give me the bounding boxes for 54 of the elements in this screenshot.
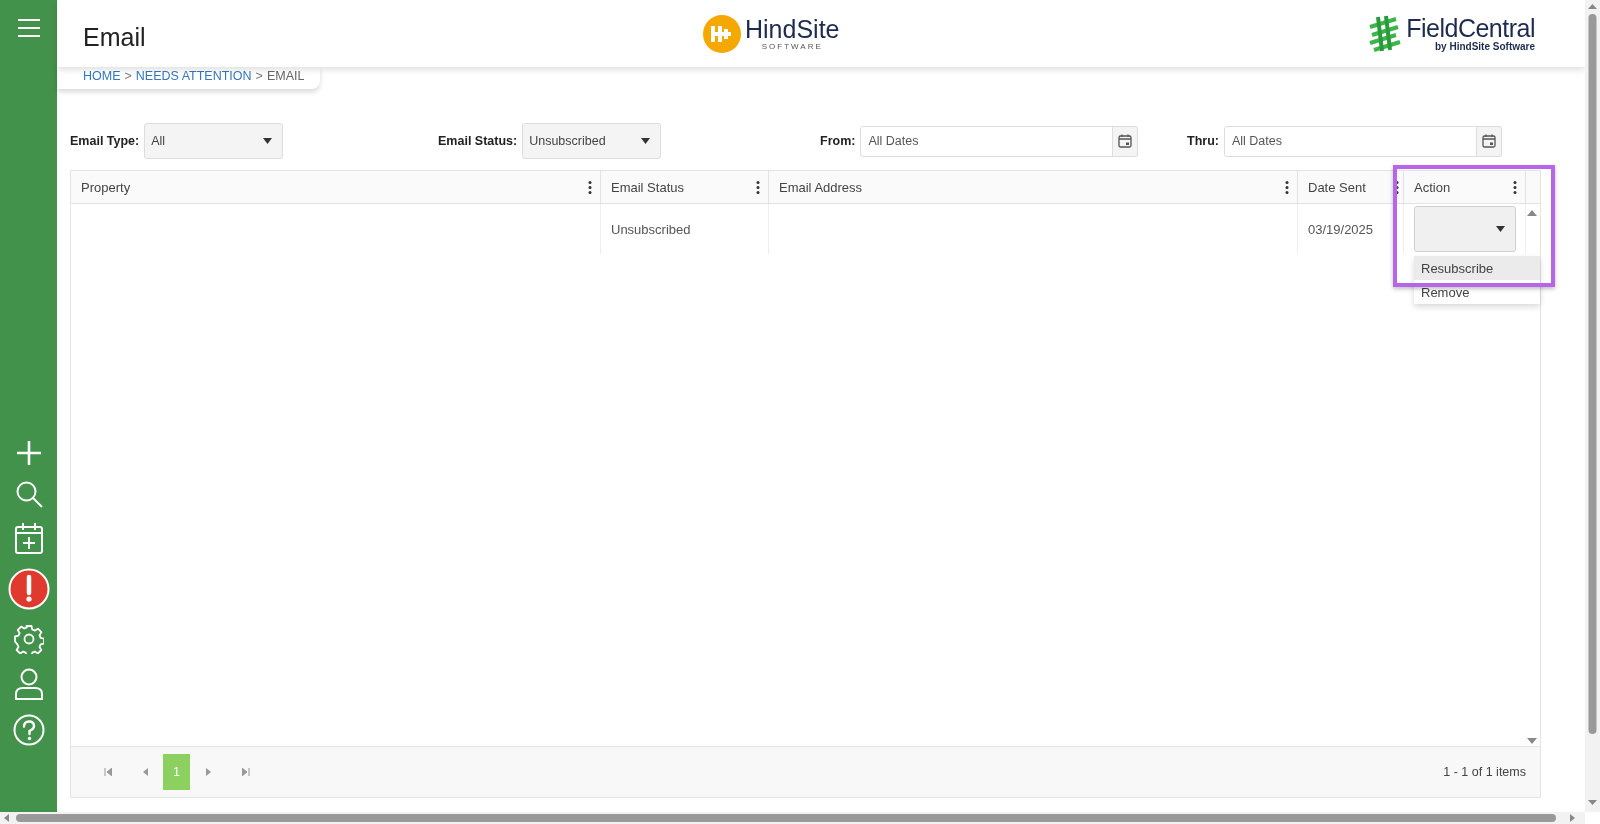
caret-icon [641, 138, 651, 144]
filter-label: Email Status: [438, 134, 518, 148]
calendar-add-icon[interactable] [14, 522, 43, 554]
settings-icon[interactable] [13, 624, 44, 654]
column-menu-icon[interactable] [756, 180, 760, 194]
breadcrumb-current: EMAIL [266, 69, 305, 83]
logo-tagline: SOFTWARE [760, 41, 824, 51]
filter-label: Thru: [1187, 134, 1219, 148]
scrollbar[interactable] [1585, 0, 1600, 812]
column-header[interactable]: Date Sent [1298, 171, 1404, 203]
filter-label: From: [820, 134, 856, 148]
caret-icon [1496, 226, 1505, 232]
column-header[interactable]: Property [71, 171, 601, 203]
table-cell: Unsubscribed [601, 204, 769, 254]
previous-page-icon[interactable] [141, 768, 148, 776]
page-title: Email [83, 23, 147, 52]
alert-icon[interactable] [7, 568, 50, 610]
first-page-icon[interactable] [103, 768, 112, 776]
logo-text: HindSite [745, 16, 840, 42]
column-header[interactable]: Email Status [601, 171, 769, 203]
breadcrumb-link[interactable]: NEEDS ATTENTION [135, 69, 252, 83]
scrollbar[interactable] [0, 812, 1585, 824]
logo-tagline: by HindSite Software [1434, 40, 1535, 52]
column-header[interactable]: Action [1404, 171, 1526, 203]
menu-icon[interactable] [16, 18, 41, 38]
dropdown-field[interactable]: All [144, 123, 284, 159]
pager-summary: 1 - 1 of 1 items [1443, 765, 1526, 779]
date-field[interactable]: All Dates [1223, 125, 1477, 157]
plus-icon[interactable] [15, 440, 42, 466]
calendar-icon [1481, 134, 1496, 148]
menu-option[interactable]: Resubscribe [1414, 256, 1540, 280]
next-page-icon[interactable] [205, 768, 212, 776]
column-header[interactable]: Email Address [769, 171, 1298, 203]
breadcrumb-separator: > [124, 69, 132, 83]
date-field[interactable]: All Dates [860, 125, 1114, 157]
logo-icon [703, 14, 741, 53]
caret-icon [263, 138, 273, 144]
calendar-icon [1118, 134, 1133, 148]
column-menu-icon[interactable] [1395, 180, 1399, 194]
calendar-button[interactable] [1476, 125, 1502, 157]
help-icon[interactable] [12, 714, 45, 746]
column-menu-icon[interactable] [588, 180, 592, 194]
dropdown-field[interactable]: Unsubscribed [522, 123, 662, 159]
column-menu-icon[interactable] [1513, 180, 1517, 194]
column-menu-icon[interactable] [1285, 180, 1289, 194]
table-cell: 03/19/2025 [1298, 204, 1404, 254]
calendar-button[interactable] [1113, 125, 1139, 157]
breadcrumb-separator: > [255, 69, 263, 83]
logo-text: FieldCentral [1406, 15, 1535, 41]
last-page-icon[interactable] [241, 768, 250, 776]
search-icon[interactable] [14, 480, 43, 508]
filter-label: Email Type: [70, 134, 140, 148]
user-icon[interactable] [14, 668, 43, 700]
breadcrumb-link[interactable]: HOME [83, 69, 121, 83]
